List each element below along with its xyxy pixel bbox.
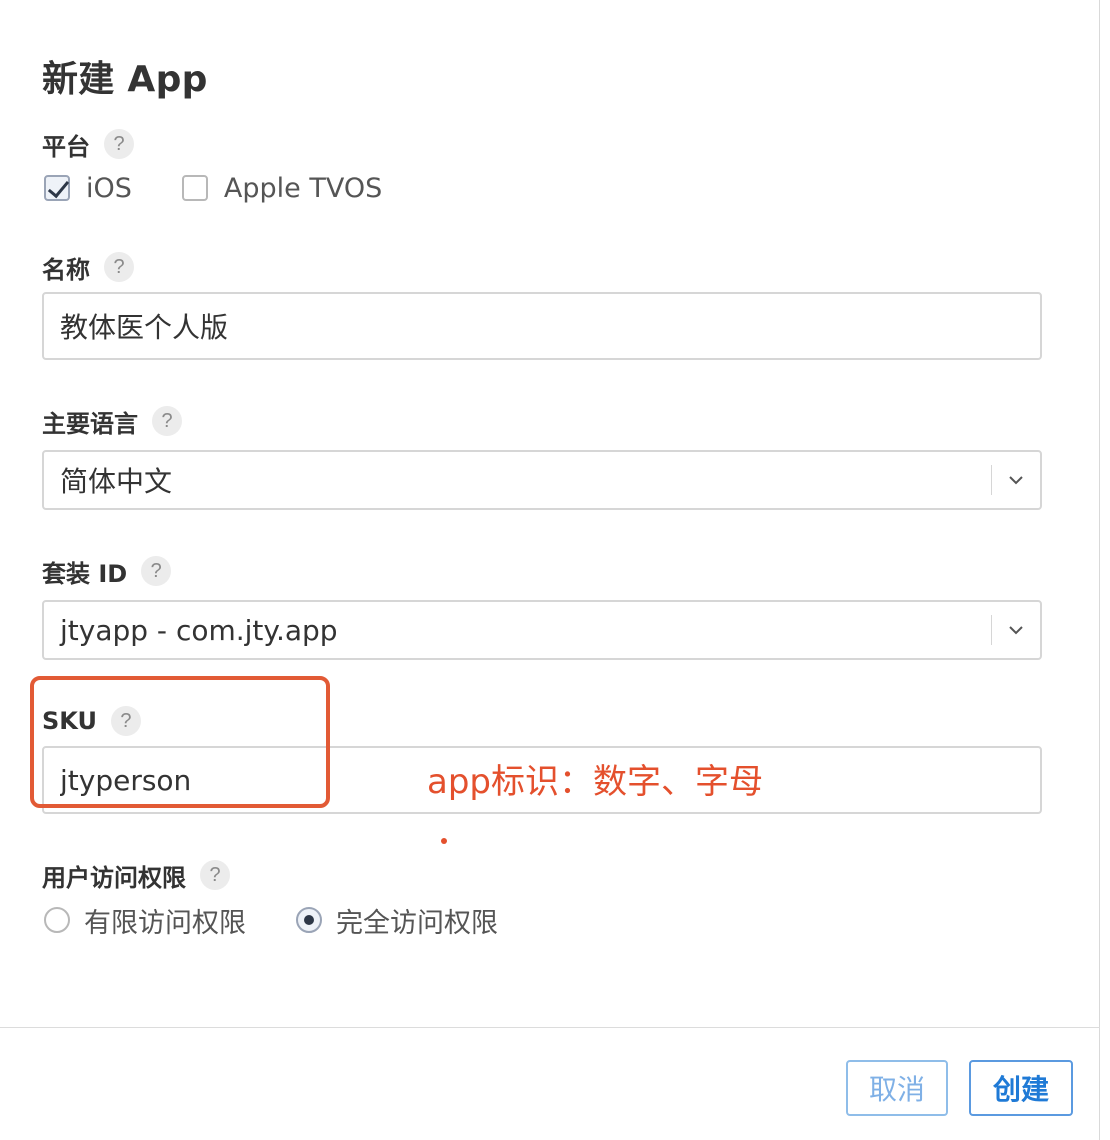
platform-label-row: 平台 ? bbox=[42, 128, 134, 161]
language-help-icon[interactable]: ? bbox=[152, 406, 182, 436]
create-button[interactable]: 创建 bbox=[969, 1060, 1073, 1116]
platform-label: 平台 bbox=[42, 132, 90, 161]
dialog-title: 新建 App bbox=[42, 59, 208, 100]
full-access-label: 完全访问权限 bbox=[336, 907, 498, 939]
tvos-label: Apple TVOS bbox=[223, 172, 383, 204]
platform-options: iOS Apple TVOS bbox=[44, 170, 382, 206]
full-access-radio[interactable] bbox=[296, 907, 322, 933]
sku-label-row: SKU ? bbox=[42, 705, 141, 737]
language-select-value: 简体中文 bbox=[60, 465, 173, 498]
sku-annotation-text: app标识：数字、字母 bbox=[427, 762, 763, 802]
limited-access-radio[interactable] bbox=[44, 907, 70, 933]
bundle-help-icon[interactable]: ? bbox=[141, 556, 172, 586]
name-label-row: 名称 ? bbox=[42, 251, 134, 284]
access-option-full[interactable]: 完全访问权限 bbox=[296, 901, 498, 940]
footer-divider bbox=[0, 1027, 1100, 1028]
language-select[interactable]: 简体中文 bbox=[42, 450, 1042, 510]
chevron-down-icon[interactable] bbox=[992, 602, 1040, 658]
access-label-row: 用户访问权限 ? bbox=[42, 859, 230, 892]
platform-option-ios[interactable]: iOS bbox=[44, 173, 132, 204]
access-option-limited[interactable]: 有限访问权限 bbox=[44, 901, 246, 940]
limited-access-label: 有限访问权限 bbox=[84, 907, 246, 939]
name-label: 名称 bbox=[42, 255, 90, 284]
bundle-label-row: 套装 ID ? bbox=[42, 555, 172, 588]
sku-help-icon[interactable]: ? bbox=[110, 706, 141, 736]
access-options: 有限访问权限 完全访问权限 bbox=[44, 901, 498, 940]
ios-checkbox[interactable] bbox=[44, 175, 70, 201]
platform-help-icon[interactable]: ? bbox=[104, 129, 134, 159]
new-app-dialog: 新建 App 平台 ? iOS Apple TVOS 名称 ? 主要语言 ? 简… bbox=[0, 0, 1100, 1140]
name-input[interactable] bbox=[44, 294, 1040, 358]
bundle-select-value: jtyapp - com.jty.app bbox=[60, 613, 338, 647]
language-label: 主要语言 bbox=[42, 409, 138, 438]
platform-option-tvos[interactable]: Apple TVOS bbox=[181, 172, 383, 204]
tvos-checkbox[interactable] bbox=[181, 175, 208, 201]
access-label: 用户访问权限 bbox=[42, 863, 186, 892]
chevron-down-icon[interactable] bbox=[992, 452, 1040, 508]
cancel-button[interactable]: 取消 bbox=[846, 1060, 948, 1116]
name-field[interactable] bbox=[42, 292, 1042, 360]
ios-label: iOS bbox=[86, 172, 132, 204]
language-label-row: 主要语言 ? bbox=[42, 405, 182, 438]
bundle-select[interactable]: jtyapp - com.jty.app bbox=[42, 600, 1042, 660]
access-help-icon[interactable]: ? bbox=[200, 860, 230, 890]
annotation-dot bbox=[441, 838, 447, 844]
sku-label: SKU bbox=[42, 707, 97, 735]
name-help-icon[interactable]: ? bbox=[104, 252, 134, 282]
bundle-label: 套装 ID bbox=[42, 559, 128, 588]
